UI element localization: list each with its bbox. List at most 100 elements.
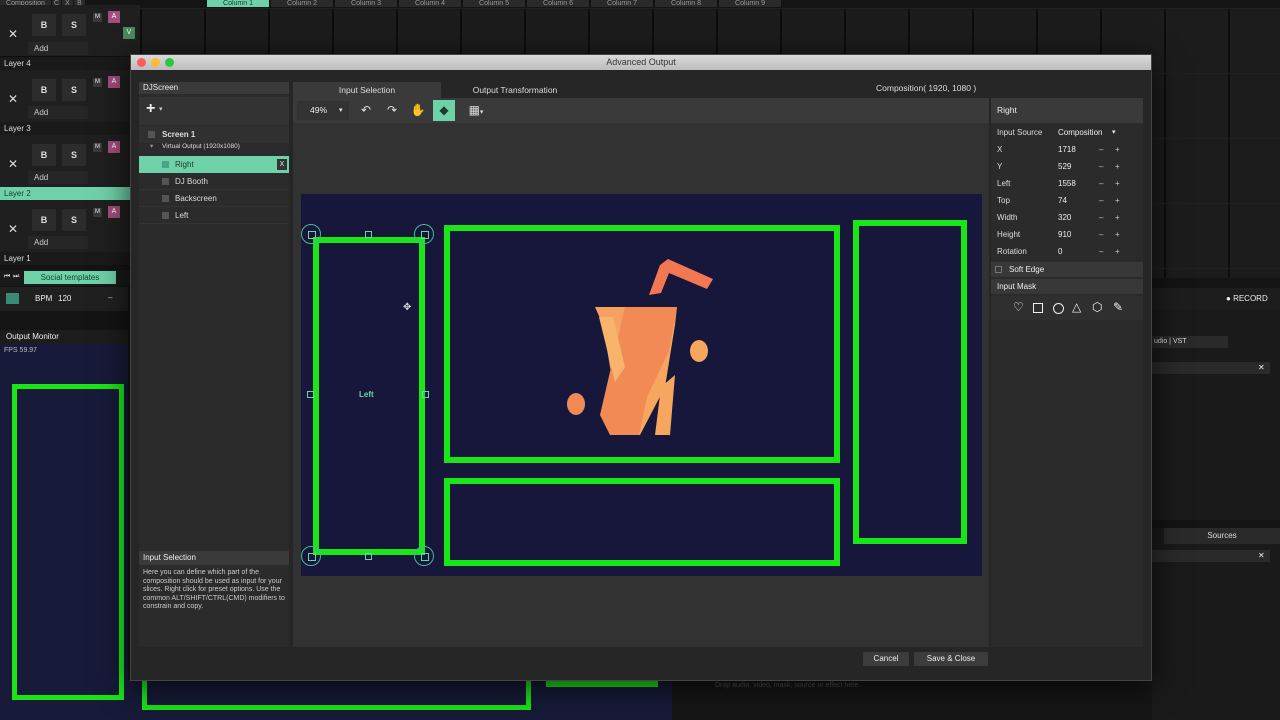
slice-djbooth-outline[interactable] <box>444 478 840 566</box>
column-9[interactable]: Column 9 <box>719 0 782 7</box>
minimize-window-icon[interactable] <box>151 58 160 67</box>
close-layer-icon[interactable]: ✕ <box>8 27 18 41</box>
record-button[interactable]: ● RECORD <box>1226 294 1268 303</box>
layer-3-label[interactable]: Layer 3 <box>0 122 140 135</box>
close-layer-icon[interactable]: ✕ <box>8 92 18 106</box>
column-4[interactable]: Column 4 <box>399 0 462 7</box>
ellipse-mask-icon[interactable] <box>1053 303 1064 314</box>
column-5[interactable]: Column 5 <box>463 0 526 7</box>
deck-tab-social-templates[interactable]: Social templates <box>24 271 116 284</box>
deck-prev-icon[interactable]: ⏮ <box>4 273 10 281</box>
tree-slice-djbooth[interactable]: DJ Booth <box>139 173 289 190</box>
tree-slice-backscreen[interactable]: Backscreen <box>139 190 289 207</box>
add-button[interactable]: Add <box>28 236 88 249</box>
close-window-icon[interactable] <box>137 58 146 67</box>
pen-mask-icon[interactable]: ✎ <box>1113 300 1123 314</box>
prop-value-field[interactable]: 320 <box>1058 209 1071 226</box>
redo-icon[interactable]: ↷ <box>381 100 403 121</box>
a-toggle[interactable]: A <box>108 206 120 218</box>
slice-enable-checkbox[interactable] <box>162 178 169 185</box>
delete-slice-button[interactable]: X <box>277 159 287 170</box>
column-8[interactable]: Column 8 <box>655 0 718 7</box>
bpm-decrease[interactable]: – <box>108 293 112 302</box>
m-toggle[interactable]: M <box>93 13 102 22</box>
prop-value-field[interactable]: 529 <box>1058 158 1071 175</box>
prop-value-field[interactable]: 1558 <box>1058 175 1076 192</box>
input-source-select[interactable]: Composition <box>1058 124 1102 141</box>
column-1[interactable]: Column 1 <box>207 0 270 7</box>
increment-button[interactable]: + <box>1115 141 1120 158</box>
screen-selector[interactable]: DJScreen <box>139 82 289 94</box>
hand-tool-icon[interactable]: ✋ <box>407 100 429 121</box>
solo-button[interactable]: S <box>62 79 86 101</box>
tree-virtual-output[interactable]: ▾ Virtual Output (1920x1080) <box>139 140 289 153</box>
layer-1-label[interactable]: Layer 1 <box>0 252 140 265</box>
increment-button[interactable]: + <box>1115 226 1120 243</box>
tempo-icon[interactable] <box>6 293 19 304</box>
prop-value-field[interactable]: 1718 <box>1058 141 1076 158</box>
soft-edge-checkbox[interactable] <box>995 266 1002 273</box>
tree-slice-left[interactable]: Left <box>139 207 289 224</box>
collapse-arrow-icon[interactable]: ▾ <box>150 140 153 153</box>
solo-button[interactable]: S <box>62 209 86 231</box>
corner-handle-top-right[interactable] <box>414 224 434 244</box>
solo-button[interactable]: S <box>62 144 86 166</box>
prop-value-field[interactable]: 74 <box>1058 192 1067 209</box>
column-3[interactable]: Column 3 <box>335 0 398 7</box>
slice-right-outline[interactable] <box>853 220 967 544</box>
heart-mask-icon[interactable]: ♡ <box>1013 300 1024 314</box>
sources-tab[interactable]: Sources <box>1164 528 1280 544</box>
add-button[interactable]: Add <box>28 171 88 184</box>
corner-handle-bottom-left[interactable] <box>301 546 321 566</box>
corner-handle-bottom-right[interactable] <box>414 546 434 566</box>
triangle-mask-icon[interactable]: △ <box>1072 300 1081 314</box>
column-6[interactable]: Column 6 <box>527 0 590 7</box>
prop-value-field[interactable]: 0 <box>1058 243 1062 260</box>
close-layer-icon[interactable]: ✕ <box>8 222 18 236</box>
soft-edge-row[interactable]: Soft Edge <box>991 262 1143 277</box>
audio-vst-tab[interactable]: udio | VST <box>1152 336 1228 348</box>
corner-handle-top-left[interactable] <box>301 224 321 244</box>
polygon-mask-icon[interactable]: ⬡ <box>1092 300 1102 314</box>
effects-search[interactable] <box>1152 362 1270 374</box>
increment-button[interactable]: + <box>1115 243 1120 260</box>
bpm-value[interactable]: 120 <box>58 294 71 303</box>
sources-search[interactable] <box>1152 550 1270 562</box>
decrement-button[interactable]: – <box>1099 243 1103 260</box>
layer-4-label[interactable]: Layer 4 <box>0 57 140 70</box>
clear-sources-icon[interactable]: ✕ <box>1258 551 1265 560</box>
undo-icon[interactable]: ↶ <box>355 100 377 121</box>
slice-enable-checkbox[interactable] <box>162 161 169 168</box>
clear-search-icon[interactable]: ✕ <box>1258 363 1265 372</box>
cancel-button[interactable]: Cancel <box>863 652 909 666</box>
a-toggle[interactable]: A <box>108 76 120 88</box>
bypass-button[interactable]: B <box>32 209 56 231</box>
increment-button[interactable]: + <box>1115 175 1120 192</box>
add-plus-icon[interactable]: + <box>146 101 155 117</box>
layer-2-label[interactable]: Layer 2 <box>0 187 140 200</box>
column-7[interactable]: Column 7 <box>591 0 654 7</box>
snap-magnet-icon[interactable]: ◆ <box>433 100 455 121</box>
decrement-button[interactable]: – <box>1099 209 1103 226</box>
m-toggle[interactable]: M <box>93 208 102 217</box>
edge-handle-left[interactable] <box>307 391 314 398</box>
bypass-button[interactable]: B <box>32 79 56 101</box>
screen-enable-checkbox[interactable] <box>148 131 155 138</box>
add-button[interactable]: Add <box>28 106 88 119</box>
add-button[interactable]: Add <box>28 42 88 55</box>
slice-backscreen-outline[interactable] <box>444 225 840 463</box>
bypass-button[interactable]: B <box>32 14 56 36</box>
increment-button[interactable]: + <box>1115 158 1120 175</box>
save-close-button[interactable]: Save & Close <box>914 652 988 666</box>
zoom-window-icon[interactable] <box>165 58 174 67</box>
add-dropdown-icon[interactable]: ▾ <box>159 105 163 113</box>
decrement-button[interactable]: – <box>1099 226 1103 243</box>
rectangle-mask-icon[interactable] <box>1033 303 1043 313</box>
edge-handle-bottom[interactable] <box>365 553 372 560</box>
zoom-select[interactable]: 49% ▾ <box>297 101 349 120</box>
decrement-button[interactable]: – <box>1099 141 1103 158</box>
composition-canvas[interactable]: Left ✥ <box>301 194 982 576</box>
column-2[interactable]: Column 2 <box>271 0 334 7</box>
increment-button[interactable]: + <box>1115 209 1120 226</box>
tab-input-selection[interactable]: Input Selection <box>293 82 441 98</box>
